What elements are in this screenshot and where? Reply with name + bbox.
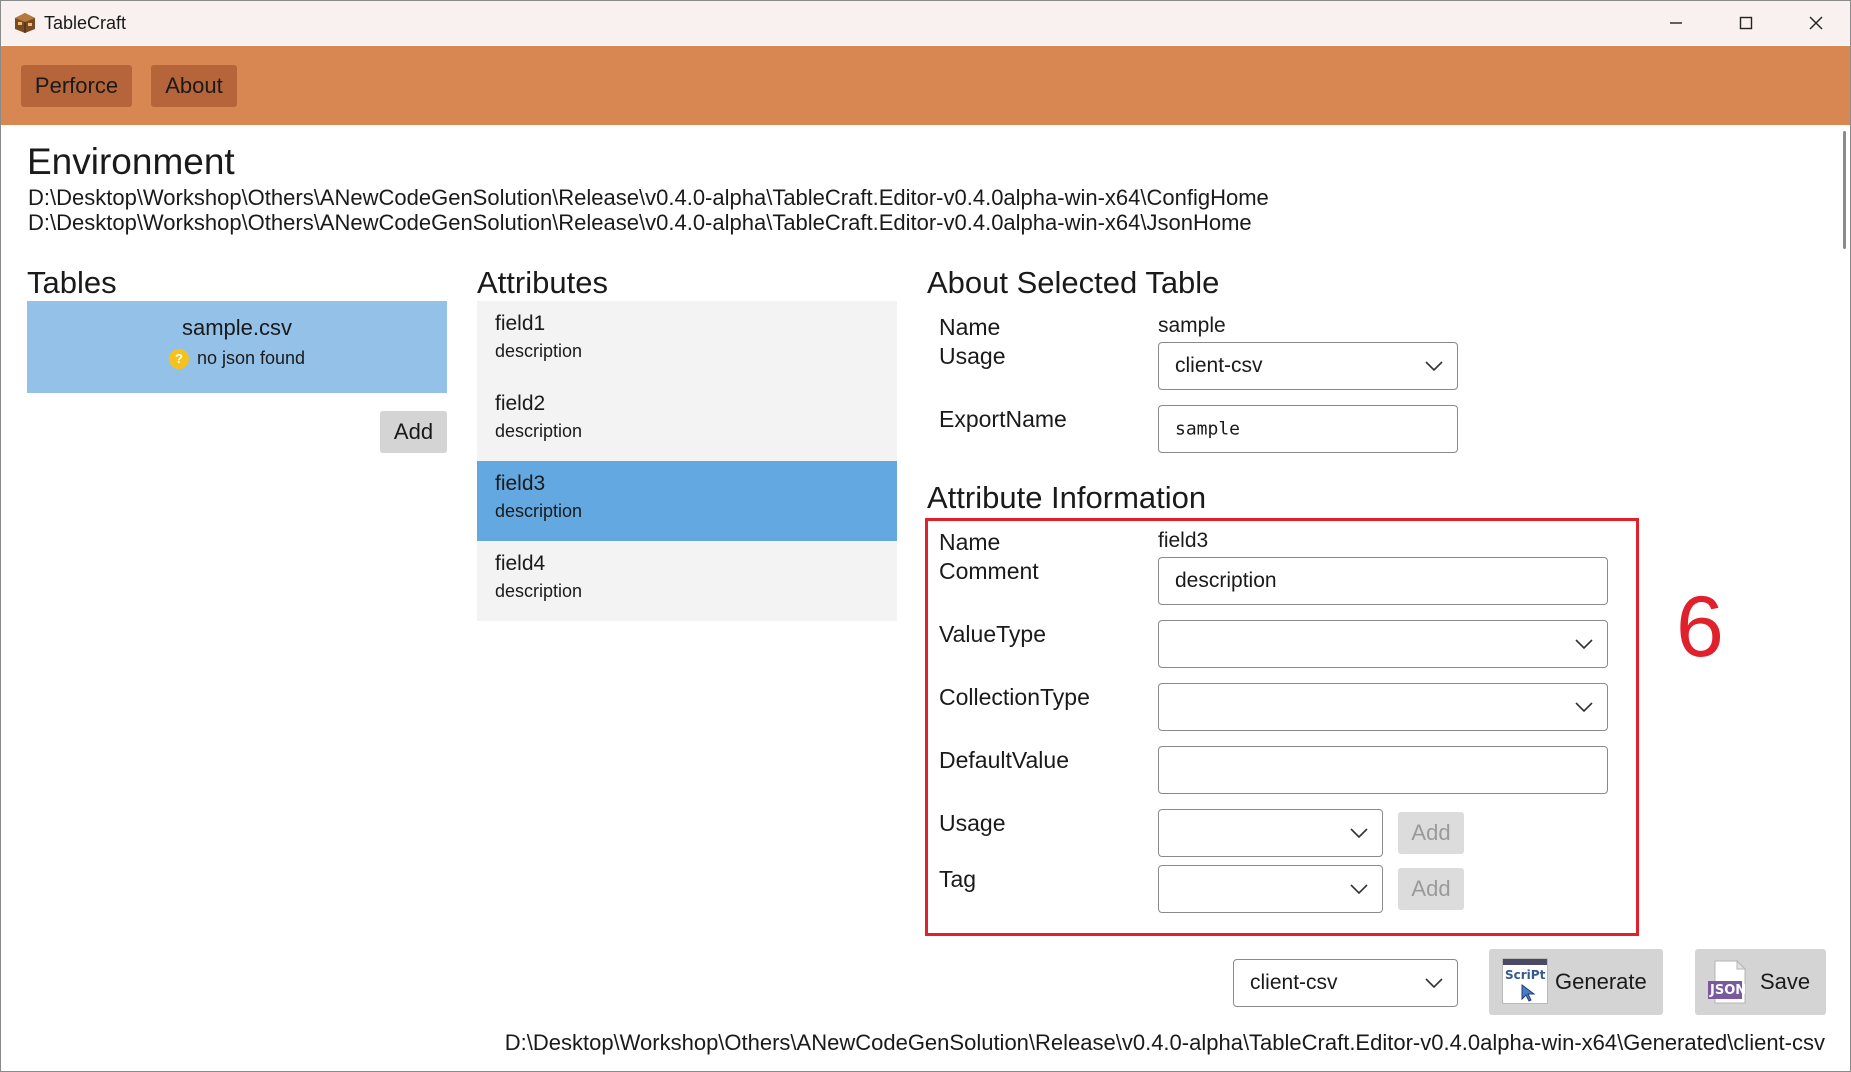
chevron-down-icon — [1425, 978, 1443, 988]
defaultvalue-input[interactable] — [1158, 746, 1608, 794]
window-title: TableCraft — [44, 13, 127, 33]
script-icon: ScriPt — [1502, 958, 1548, 1004]
minimize-icon — [1670, 22, 1682, 24]
attribute-info-heading: Attribute Information — [927, 480, 1207, 515]
attribute-name-label: Name — [939, 529, 1001, 555]
app-logo-icon — [15, 13, 35, 33]
json-path: D:\Desktop\Workshop\Others\ANewCodeGenSo… — [28, 210, 1252, 235]
attributes-list: field1 description field2 description fi… — [477, 301, 897, 621]
collectiontype-select[interactable] — [1158, 683, 1608, 731]
attribute-item-field2[interactable]: field2 description — [477, 381, 897, 461]
environment-heading: Environment — [27, 141, 235, 182]
attribute-usage-label: Usage — [939, 810, 1006, 836]
table-status: ? no json found — [27, 348, 447, 369]
generate-target-select[interactable]: client-csv — [1233, 959, 1458, 1007]
generate-label: Generate — [1555, 969, 1647, 994]
generate-button[interactable]: ScriPt Generate — [1489, 949, 1663, 1015]
question-icon: ? — [168, 348, 189, 369]
attribute-item-field1[interactable]: field1 description — [477, 301, 897, 381]
valuetype-label: ValueType — [939, 621, 1046, 647]
add-tag-button[interactable]: Add — [1398, 868, 1464, 910]
title-bar[interactable]: TableCraft — [1, 1, 1850, 45]
add-table-button[interactable]: Add — [380, 411, 447, 453]
perforce-button[interactable]: Perforce — [21, 65, 132, 107]
attribute-description: description — [495, 501, 583, 521]
table-status-text: no json found — [196, 348, 306, 368]
attribute-usage-select[interactable] — [1158, 809, 1383, 857]
maximize-icon — [1739, 16, 1753, 30]
table-usage-value: client-csv — [1175, 354, 1263, 377]
app-window: TableCraft Perforce About Environment D:… — [0, 0, 1851, 1072]
chevron-down-icon — [1425, 361, 1443, 371]
vertical-scrollbar[interactable] — [1843, 131, 1846, 249]
about-button[interactable]: About — [151, 65, 237, 107]
comment-value: description — [1175, 569, 1277, 592]
attribute-description: description — [495, 341, 583, 361]
close-icon — [1809, 16, 1823, 30]
attribute-name: field3 — [495, 472, 546, 495]
save-button[interactable]: JSON Save — [1695, 949, 1826, 1015]
output-path: D:\Desktop\Workshop\Others\ANewCodeGenSo… — [504, 1030, 1825, 1055]
attribute-name: field1 — [495, 312, 546, 335]
attribute-name: field2 — [495, 392, 546, 415]
collectiontype-label: CollectionType — [939, 684, 1090, 710]
attribute-description: description — [495, 421, 583, 441]
json-file-icon: JSON — [1707, 959, 1747, 1005]
attribute-name-value: field3 — [1158, 529, 1209, 552]
comment-input[interactable]: description — [1158, 557, 1608, 605]
chevron-down-icon — [1575, 702, 1593, 712]
annotation-number: 6 — [1676, 579, 1724, 675]
maximize-button[interactable] — [1711, 1, 1781, 45]
table-name-value: sample — [1158, 314, 1226, 337]
chevron-down-icon — [1350, 828, 1368, 838]
minimize-button[interactable] — [1641, 1, 1711, 45]
save-label: Save — [1760, 969, 1811, 994]
selected-table-heading: About Selected Table — [927, 265, 1220, 300]
table-name: sample.csv — [181, 315, 293, 340]
close-button[interactable] — [1781, 1, 1850, 45]
attribute-description: description — [495, 581, 583, 601]
comment-label: Comment — [939, 558, 1039, 584]
generate-target-value: client-csv — [1250, 971, 1338, 994]
attribute-item-field3[interactable]: field3 description — [477, 461, 897, 541]
attribute-item-field4[interactable]: field4 description — [477, 541, 897, 621]
table-item-sample[interactable]: sample.csv ? no json found — [27, 301, 447, 393]
tag-select[interactable] — [1158, 865, 1383, 913]
defaultvalue-label: DefaultValue — [939, 747, 1069, 773]
export-name-value: sample — [1175, 418, 1241, 440]
config-path: D:\Desktop\Workshop\Others\ANewCodeGenSo… — [28, 185, 1269, 210]
table-name-label: Name — [939, 314, 1001, 340]
tag-label: Tag — [939, 866, 977, 892]
export-name-input[interactable]: sample — [1158, 405, 1458, 453]
chevron-down-icon — [1350, 884, 1368, 894]
add-usage-button[interactable]: Add — [1398, 812, 1464, 854]
table-usage-label: Usage — [939, 343, 1006, 369]
attribute-name: field4 — [495, 552, 546, 575]
menu-bar: Perforce About — [1, 46, 1850, 125]
attributes-heading: Attributes — [477, 265, 608, 300]
chevron-down-icon — [1575, 639, 1593, 649]
table-usage-select[interactable]: client-csv — [1158, 342, 1458, 390]
export-name-label: ExportName — [939, 406, 1067, 432]
tables-heading: Tables — [27, 265, 117, 300]
valuetype-select[interactable] — [1158, 620, 1608, 668]
